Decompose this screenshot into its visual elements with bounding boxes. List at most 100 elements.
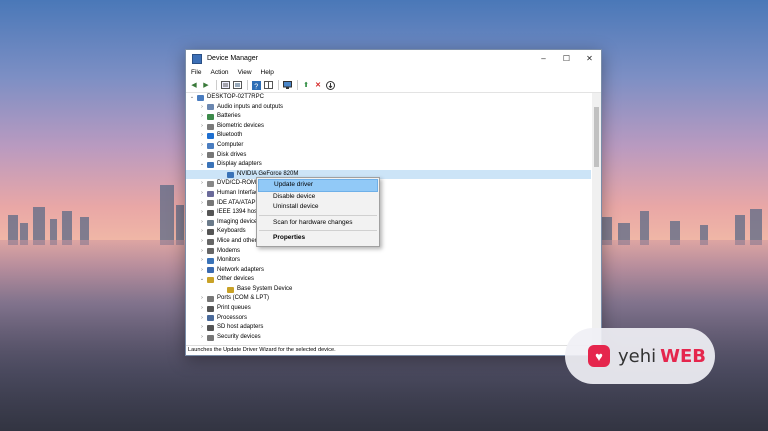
menu-bar: File Action View Help: [186, 67, 601, 78]
view-icon[interactable]: [263, 81, 273, 90]
tree-item[interactable]: › Human Interface Devices: [186, 189, 591, 199]
chevron-right-icon[interactable]: ›: [199, 112, 205, 122]
tree-item-label: Network adapters: [217, 266, 265, 273]
tree-item[interactable]: › Print queues: [186, 304, 591, 314]
scan-hardware-menu-item[interactable]: Scan for hardware changes: [257, 218, 379, 229]
tree-item[interactable]: › Processors: [186, 314, 591, 324]
chevron-down-icon[interactable]: ⌄: [189, 93, 195, 103]
close-button[interactable]: ✕: [578, 50, 601, 67]
forward-arrow-icon[interactable]: ▶: [201, 81, 211, 90]
tree-item[interactable]: › DVD/CD-ROM drives: [186, 179, 591, 189]
context-menu: Update driver Disable device Uninstall d…: [256, 177, 380, 247]
tree-item[interactable]: › Imaging devices: [186, 218, 591, 228]
tree-item-label: Processors: [217, 314, 248, 321]
tree-item[interactable]: › Disk drives: [186, 151, 591, 161]
svg-text:?: ?: [254, 83, 258, 90]
chevron-right-icon[interactable]: ›: [199, 103, 205, 113]
chevron-right-icon[interactable]: ›: [199, 247, 205, 257]
tree-item[interactable]: › Modems: [186, 247, 591, 257]
tree-item-label: Security devices: [217, 333, 261, 340]
watermark-text-yehi: yehi: [618, 345, 657, 367]
show-hidden-icon[interactable]: [232, 81, 242, 90]
device-category-icon: [207, 334, 214, 341]
device-category-icon: [207, 190, 214, 197]
chevron-right-icon[interactable]: ›: [199, 256, 205, 266]
back-arrow-icon[interactable]: ◀: [189, 81, 199, 90]
vertical-scrollbar[interactable]: [592, 93, 601, 346]
properties-icon[interactable]: [220, 81, 230, 90]
chevron-right-icon[interactable]: ›: [199, 141, 205, 151]
chevron-right-icon[interactable]: ›: [199, 304, 205, 314]
device-category-icon: [227, 171, 234, 178]
disable-device-menu-item[interactable]: Disable device: [257, 192, 379, 203]
tree-item[interactable]: › Audio inputs and outputs: [186, 103, 591, 113]
tree-item[interactable]: NVIDIA GeForce 820M: [186, 169, 591, 180]
menu-separator: [259, 214, 377, 216]
chevron-down-icon[interactable]: ⌄: [199, 275, 205, 285]
tree-item[interactable]: › Keyboards: [186, 227, 591, 237]
tree-item-label: Other devices: [217, 276, 255, 283]
chevron-right-icon[interactable]: ›: [199, 314, 205, 324]
tree-item-label: Monitors: [217, 257, 241, 264]
minimize-button[interactable]: –: [532, 50, 555, 67]
tree-item[interactable]: › Monitors: [186, 256, 591, 266]
tree-item[interactable]: › Batteries: [186, 112, 591, 122]
device-category-icon: [207, 267, 214, 274]
menu-file[interactable]: File: [191, 69, 201, 76]
chevron-right-icon[interactable]: ›: [199, 227, 205, 237]
tree-item[interactable]: › IEEE 1394 host controllers: [186, 208, 591, 218]
menu-action[interactable]: Action: [210, 69, 228, 76]
tree-item[interactable]: › Biometric devices: [186, 122, 591, 132]
monitor-icon[interactable]: [282, 81, 292, 90]
tree-item-label: SD host adapters: [217, 324, 264, 331]
device-category-icon: [207, 219, 214, 226]
chevron-right-icon[interactable]: ›: [199, 237, 205, 247]
chevron-right-icon[interactable]: ›: [199, 208, 205, 218]
chevron-right-icon[interactable]: ›: [199, 218, 205, 228]
tree-item-label: Modems: [217, 247, 241, 254]
chevron-right-icon[interactable]: ›: [199, 266, 205, 276]
tree-item[interactable]: › Computer: [186, 141, 591, 151]
tree-item[interactable]: › IDE ATA/ATAPI controllers: [186, 199, 591, 209]
tree-item[interactable]: › Security devices: [186, 333, 591, 343]
chevron-down-icon[interactable]: ⌄: [199, 160, 205, 170]
uninstall-device-menu-item[interactable]: Uninstall device: [257, 202, 379, 213]
menu-view[interactable]: View: [238, 69, 252, 76]
update-driver-menu-item[interactable]: Update driver: [258, 179, 378, 192]
device-category-icon: [207, 142, 214, 149]
scan-icon[interactable]: [325, 80, 335, 90]
tree-item[interactable]: › SD host adapters: [186, 323, 591, 333]
device-category-icon: [207, 161, 214, 168]
chevron-right-icon[interactable]: ›: [199, 131, 205, 141]
update-driver-icon[interactable]: ⬆: [301, 81, 311, 90]
tree-item[interactable]: ⌄ Display adapters: [186, 160, 591, 170]
device-category-icon: [207, 277, 214, 284]
window-title: Device Manager: [207, 55, 258, 62]
device-category-icon: [207, 248, 214, 255]
chevron-right-icon[interactable]: ›: [199, 122, 205, 132]
help-icon[interactable]: ?: [251, 80, 261, 90]
maximize-button[interactable]: ☐: [555, 50, 578, 67]
chevron-right-icon[interactable]: ›: [199, 333, 205, 343]
chevron-right-icon[interactable]: ›: [199, 294, 205, 304]
tree-item[interactable]: › Ports (COM & LPT): [186, 294, 591, 304]
tree-item[interactable]: ⌄ Other devices: [186, 275, 591, 285]
uninstall-icon[interactable]: ✕: [313, 81, 323, 90]
tree-item[interactable]: › Bluetooth: [186, 131, 591, 141]
scrollbar-thumb[interactable]: [594, 107, 599, 167]
tree-item[interactable]: Base System Device: [186, 285, 591, 295]
tree-item[interactable]: ›Mice and other pointing devices: [186, 237, 591, 247]
device-category-icon: [207, 257, 214, 264]
title-bar[interactable]: Device Manager – ☐ ✕: [186, 50, 601, 67]
tree-item[interactable]: › Network adapters: [186, 266, 591, 276]
menu-help[interactable]: Help: [261, 69, 274, 76]
chevron-right-icon[interactable]: ›: [199, 179, 205, 189]
chevron-right-icon[interactable]: ›: [199, 189, 205, 199]
tree-root[interactable]: ⌄ DESKTOP-02T7RPC: [186, 93, 591, 103]
properties-menu-item[interactable]: Properties: [257, 233, 379, 244]
chevron-right-icon[interactable]: ›: [199, 323, 205, 333]
chevron-right-icon[interactable]: ›: [199, 199, 205, 209]
toolbar: ◀ ▶ ? ⬆ ✕: [186, 78, 601, 93]
tree-items: › Audio inputs and outputs › Batteries › Biom…: [186, 103, 591, 343]
chevron-right-icon[interactable]: ›: [199, 151, 205, 161]
